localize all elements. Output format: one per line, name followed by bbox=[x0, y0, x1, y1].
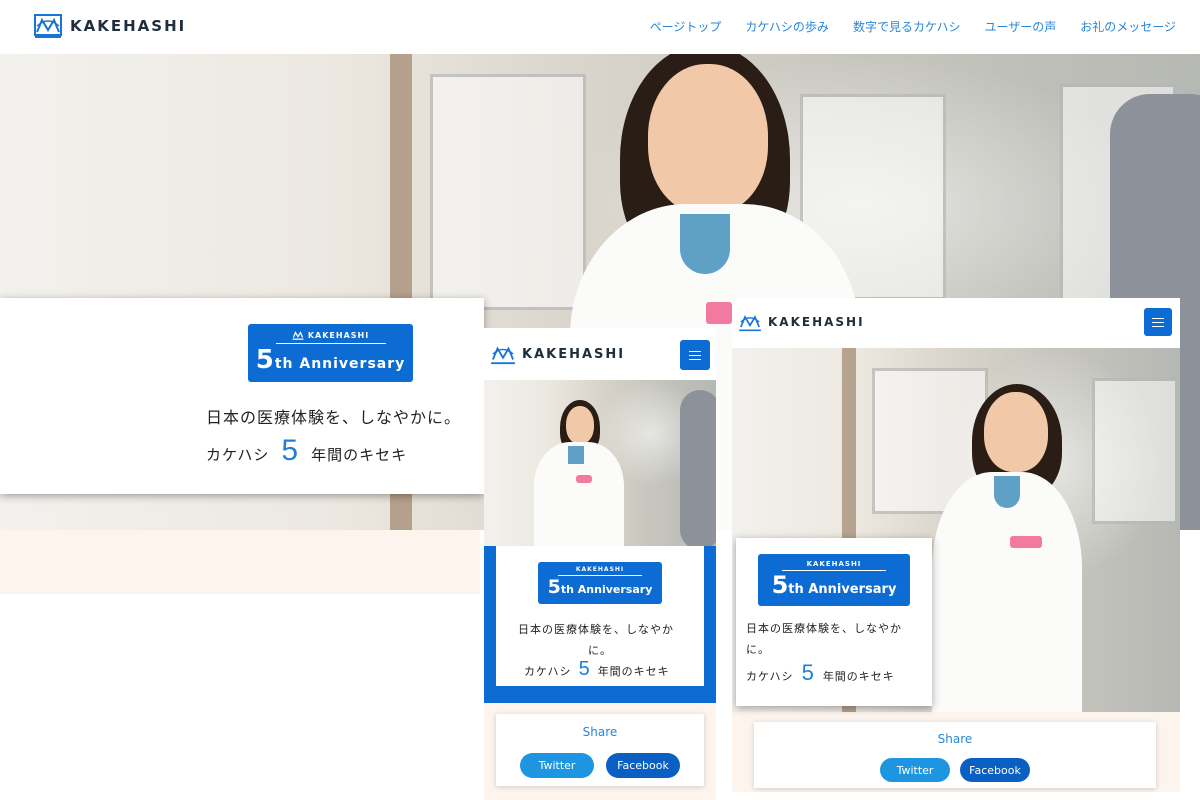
tablet-header: KAKEHASHI bbox=[732, 298, 1180, 348]
mobile-logo-text: KAKEHASHI bbox=[522, 346, 626, 362]
hero-card: KAKEHASHI 5th Anniversary 日本の医療体験を、しなやかに… bbox=[0, 298, 484, 494]
mobile-logo[interactable]: KAKEHASHI bbox=[490, 343, 625, 365]
tablet-hero-card: KAKEHASHI 5th Anniversary 日本の医療体験を、しなやか … bbox=[736, 538, 932, 706]
nav-item-user-voices[interactable]: ユーザーの声 bbox=[984, 18, 1056, 35]
nav-item-numbers[interactable]: 数字で見るカケハシ bbox=[853, 18, 961, 35]
site-logo[interactable]: KAKEHASHI bbox=[34, 14, 186, 38]
mobile-tagline-1: 日本の医療体験を、しなやか bbox=[518, 623, 674, 636]
tablet-anniversary-suffix: th bbox=[788, 582, 804, 597]
tablet-anniversary-number: 5 bbox=[771, 571, 789, 599]
tablet-anniversary-word: Anniversary bbox=[808, 582, 897, 597]
nav-item-history[interactable]: カケハシの歩み bbox=[745, 18, 829, 35]
tablet-years: カケハシ 5 年間のキセキ bbox=[746, 660, 895, 686]
mobile-hero-card: KAKEHASHI 5th Anniversary 日本の医療体験を、しなやか … bbox=[496, 546, 704, 686]
tablet-preview: KAKEHASHI KAKEHASHI 5th Anniversary 日本の医… bbox=[732, 298, 1180, 792]
mobile-tagline-2: に。 bbox=[588, 644, 612, 657]
kakehashi-logo-icon bbox=[491, 346, 515, 365]
tablet-years-prefix: カケハシ bbox=[746, 670, 794, 683]
mobile-preview: KAKEHASHI KAKEHASHI 5th Anniversary 日本の医… bbox=[484, 328, 716, 800]
nav-item-thanks[interactable]: お礼のメッセージ bbox=[1080, 18, 1176, 35]
main-nav: ページトップ カケハシの歩み 数字で見るカケハシ ユーザーの声 お礼のメッセージ bbox=[650, 18, 1176, 35]
mobile-facebook-button[interactable]: Facebook bbox=[606, 753, 680, 778]
anniversary-badge: KAKEHASHI 5th Anniversary bbox=[248, 324, 413, 382]
tablet-share-card: Share Twitter Facebook bbox=[754, 722, 1156, 788]
logo-text: KAKEHASHI bbox=[70, 17, 187, 35]
kakehashi-logo-icon bbox=[292, 331, 304, 340]
tablet-logo-text: KAKEHASHI bbox=[768, 315, 865, 329]
kakehashi-logo-icon bbox=[739, 315, 761, 332]
tablet-facebook-button[interactable]: Facebook bbox=[960, 758, 1030, 782]
mobile-twitter-button[interactable]: Twitter bbox=[520, 753, 594, 778]
mobile-years: カケハシ 5 年間のキセキ bbox=[524, 658, 670, 681]
mobile-anniversary-word: Anniversary bbox=[577, 583, 653, 596]
tablet-twitter-button[interactable]: Twitter bbox=[880, 758, 950, 782]
tablet-anniversary-badge: KAKEHASHI 5th Anniversary bbox=[758, 554, 910, 606]
mobile-hero-photo bbox=[484, 380, 716, 546]
hero-bottom-band bbox=[0, 530, 480, 594]
mobile-share-title: Share bbox=[582, 725, 618, 739]
years-prefix: カケハシ bbox=[206, 446, 270, 464]
mobile-anniversary-brand: KAKEHASHI bbox=[575, 566, 625, 573]
mobile-years-number: 5 bbox=[578, 658, 591, 680]
tablet-logo[interactable]: KAKEHASHI bbox=[738, 312, 865, 332]
tablet-years-number: 5 bbox=[801, 660, 815, 685]
years-number: 5 bbox=[281, 434, 300, 467]
tablet-anniversary-brand: KAKEHASHI bbox=[806, 560, 862, 568]
anniversary-number: 5 bbox=[255, 345, 275, 375]
hamburger-menu-icon[interactable] bbox=[1144, 308, 1172, 336]
anniversary-suffix: th bbox=[274, 356, 294, 372]
anniversary-word: Anniversary bbox=[299, 356, 406, 372]
tablet-tagline-1: 日本の医療体験を、しなやか bbox=[746, 622, 902, 635]
site-header: KAKEHASHI ページトップ カケハシの歩み 数字で見るカケハシ ユーザーの… bbox=[0, 0, 1200, 54]
hero-tagline: 日本の医療体験を、しなやかに。 bbox=[206, 408, 462, 427]
anniversary-brand: KAKEHASHI bbox=[307, 330, 370, 340]
mobile-years-suffix: 年間のキセキ bbox=[597, 665, 670, 678]
mobile-anniversary-number: 5 bbox=[547, 576, 561, 598]
tablet-years-suffix: 年間のキセキ bbox=[822, 670, 895, 683]
mobile-share-card: Share Twitter Facebook bbox=[496, 714, 704, 786]
mobile-years-prefix: カケハシ bbox=[524, 665, 572, 678]
hero-years: カケハシ 5 年間のキセキ bbox=[206, 434, 407, 468]
mobile-anniversary-badge: KAKEHASHI 5th Anniversary bbox=[538, 562, 662, 604]
hamburger-menu-icon[interactable] bbox=[680, 340, 710, 370]
kakehashi-logo-icon bbox=[34, 14, 62, 38]
mobile-header: KAKEHASHI bbox=[484, 328, 716, 380]
tablet-tagline-2: に。 bbox=[746, 643, 770, 656]
mobile-anniversary-suffix: th bbox=[560, 583, 574, 596]
years-suffix: 年間のキセキ bbox=[311, 446, 408, 464]
tablet-share-title: Share bbox=[937, 732, 973, 746]
nav-item-page-top[interactable]: ページトップ bbox=[650, 18, 722, 35]
